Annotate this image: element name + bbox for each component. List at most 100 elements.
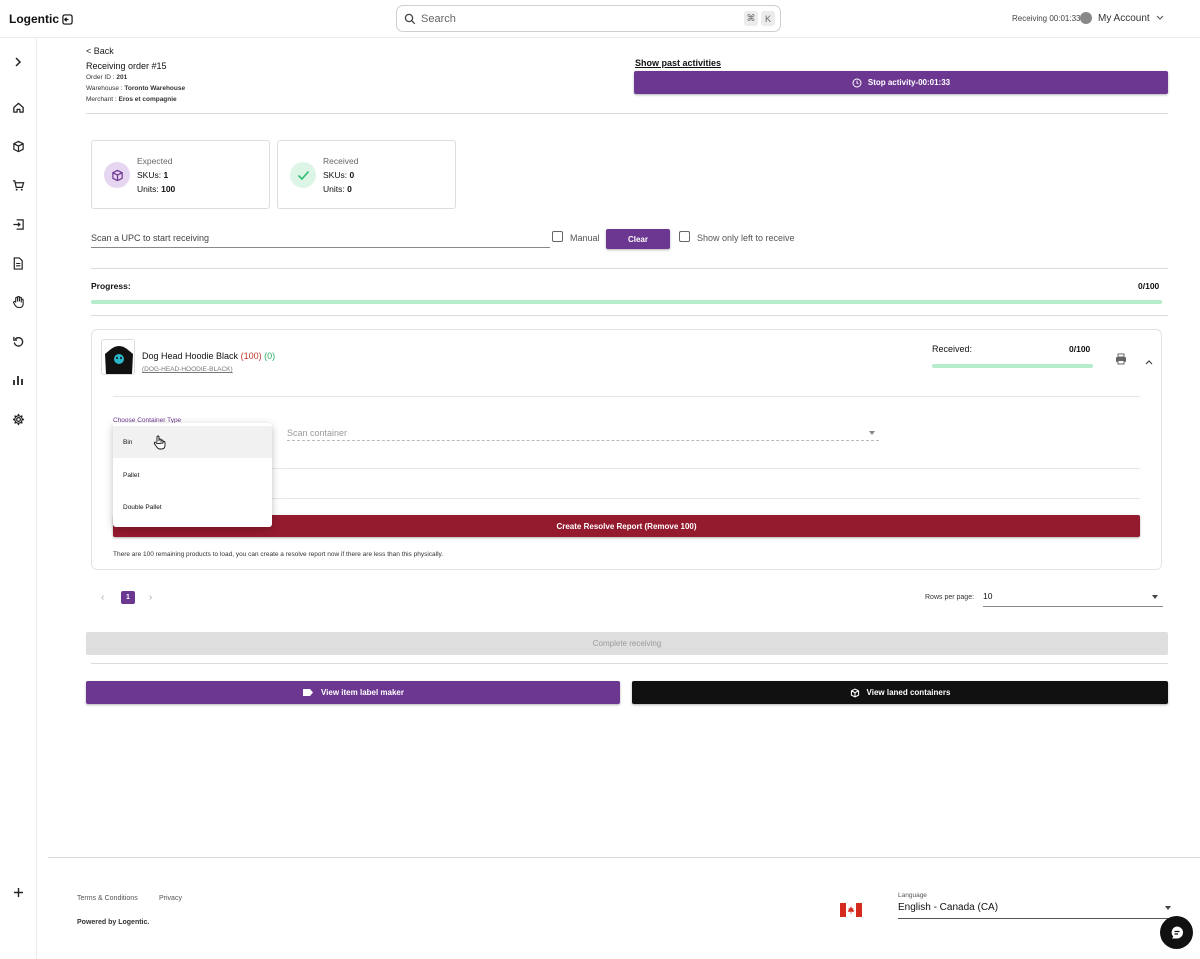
received-badge — [290, 162, 316, 188]
terms-link[interactable]: Terms & Conditions — [77, 895, 138, 902]
received-units: Units: 0 — [323, 184, 352, 194]
chevron-down-icon — [1156, 15, 1164, 20]
only-left-label: Show only left to receive — [697, 233, 795, 243]
collapse-chevron-icon[interactable] — [1145, 356, 1153, 368]
divider — [91, 315, 1168, 316]
home-icon[interactable] — [10, 99, 26, 115]
sidebar — [0, 38, 37, 959]
item-received-count: (0) — [264, 351, 276, 361]
container-option-double-pallet[interactable]: Double Pallet — [113, 491, 272, 523]
received-skus-label: SKUs: — [323, 170, 350, 180]
view-laned-containers-button[interactable]: View laned containers — [632, 681, 1168, 704]
expected-units: Units: 100 — [137, 184, 175, 194]
rows-per-page-select[interactable]: 10 — [983, 588, 1163, 607]
canada-flag-icon — [840, 903, 862, 917]
expected-skus-value: 1 — [163, 170, 169, 180]
expected-skus: SKUs: 1 — [137, 170, 168, 180]
item-name: Dog Head Hoodie Black (100) (0) — [142, 351, 275, 361]
expected-badge — [104, 162, 130, 188]
undo-icon[interactable] — [10, 333, 26, 349]
scan-container-dropdown-icon[interactable] — [869, 431, 875, 435]
hand-icon[interactable] — [10, 294, 26, 310]
logo-text: Logentic — [9, 12, 59, 26]
document-icon[interactable] — [10, 255, 26, 271]
print-icon[interactable] — [1115, 353, 1127, 368]
gear-icon[interactable] — [10, 411, 26, 427]
account-menu[interactable]: My Account — [1080, 12, 1164, 24]
language-select[interactable]: English - Canada (CA) — [898, 900, 1174, 919]
container-type-menu: Bin Pallet Double Pallet — [113, 423, 272, 527]
warehouse-row: Warehouse : Toronto Warehouse — [86, 85, 185, 92]
expected-card: Expected SKUs: 1 Units: 100 — [91, 140, 270, 209]
check-icon — [297, 170, 309, 180]
plus-icon[interactable] — [10, 884, 26, 900]
login-icon[interactable] — [10, 216, 26, 232]
cart-icon[interactable] — [10, 177, 26, 193]
expected-label: Expected — [137, 156, 173, 166]
prev-page-icon[interactable]: ‹ — [101, 592, 104, 603]
divider — [86, 113, 1168, 114]
chat-icon — [1171, 926, 1183, 938]
page-number-current[interactable]: 1 — [121, 591, 135, 604]
clear-button[interactable]: Clear — [606, 229, 670, 249]
progress-bar — [91, 300, 1162, 304]
label-icon — [302, 689, 313, 696]
order-id-row: Order ID : 201 — [86, 74, 127, 81]
progress-value: 0/100 — [1138, 281, 1160, 291]
received-card: Received SKUs: 0 Units: 0 — [277, 140, 456, 209]
rows-per-page-dropdown-icon[interactable] — [1152, 595, 1158, 599]
order-id-value: 201 — [116, 74, 128, 81]
merchant-value: Eros et compagnie — [118, 96, 177, 103]
back-link[interactable]: < Back — [86, 46, 114, 56]
scan-container-input[interactable]: Scan container — [287, 424, 879, 441]
received-skus-value: 0 — [349, 170, 355, 180]
logout-icon — [62, 13, 73, 25]
expected-skus-label: SKUs: — [137, 170, 164, 180]
container-option-bin[interactable]: Bin — [113, 426, 272, 458]
stop-activity-label: Stop activity-00:01:33 — [867, 78, 951, 87]
show-past-activities-link[interactable]: Show past activities — [635, 58, 721, 68]
box-icon[interactable] — [10, 138, 26, 154]
rows-per-page-label: Rows per page: — [925, 594, 975, 601]
next-page-icon[interactable]: › — [149, 592, 152, 603]
received-units-label: Units: — [323, 184, 348, 194]
box-icon — [850, 688, 859, 697]
only-left-checkbox[interactable] — [679, 231, 690, 242]
item-name-text: Dog Head Hoodie Black — [142, 351, 239, 361]
search-placeholder: Search — [421, 12, 456, 25]
divider — [91, 663, 1168, 664]
pointer-cursor-icon — [153, 435, 166, 453]
language-label: Language — [898, 892, 927, 899]
item-sku-link[interactable]: (DOG-HEAD-HOODIE-BLACK) — [142, 366, 233, 373]
upc-scan-input[interactable]: Scan a UPC to start receiving — [91, 229, 550, 248]
item-received-value: 0/100 — [1069, 344, 1091, 354]
manual-label: Manual — [570, 233, 600, 243]
received-skus: SKUs: 0 — [323, 170, 354, 180]
container-option-pallet[interactable]: Pallet — [113, 459, 272, 491]
divider — [113, 396, 1140, 397]
manual-checkbox[interactable] — [552, 231, 563, 242]
view-item-label-maker-button[interactable]: View item label maker — [86, 681, 620, 704]
logo[interactable]: Logentic — [9, 12, 73, 26]
page-title: Receiving order #15 — [86, 61, 167, 71]
avatar — [1080, 12, 1092, 24]
merchant-label: Merchant : — [86, 96, 119, 103]
chat-button[interactable] — [1160, 916, 1193, 949]
language-dropdown-icon[interactable] — [1165, 906, 1171, 910]
warehouse-label: Warehouse : — [86, 85, 125, 92]
privacy-link[interactable]: Privacy — [159, 895, 182, 902]
merchant-row: Merchant : Eros et compagnie — [86, 96, 177, 103]
stop-activity-button[interactable]: Stop activity-00:01:33 — [634, 71, 1168, 94]
chevron-right-icon[interactable] — [10, 54, 26, 70]
search-shortcut-cmd: ⌘ — [744, 11, 758, 26]
bar-chart-icon[interactable] — [10, 372, 26, 388]
item-progress-bar — [932, 364, 1093, 368]
search-input[interactable]: Search ⌘ K — [396, 5, 781, 32]
received-units-value: 0 — [347, 184, 352, 194]
search-shortcut-k: K — [761, 11, 775, 26]
progress-label: Progress: — [91, 281, 131, 291]
product-thumbnail — [101, 339, 135, 375]
item-expected-count: (100) — [240, 351, 262, 361]
order-id-label: Order ID : — [86, 74, 117, 81]
complete-receiving-button[interactable]: Complete receiving — [86, 632, 1168, 655]
